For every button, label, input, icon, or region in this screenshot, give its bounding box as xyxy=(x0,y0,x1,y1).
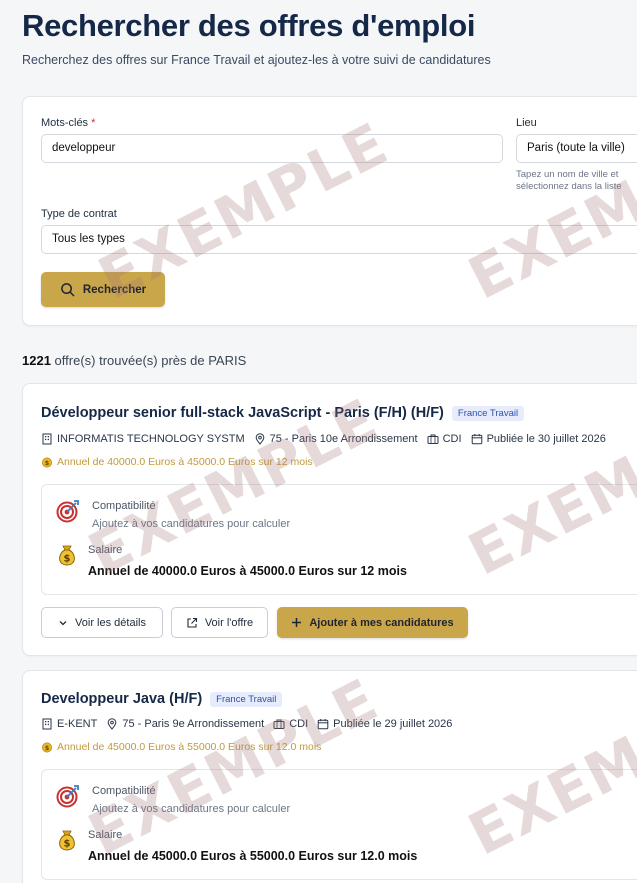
money-bag-icon: $ xyxy=(59,545,75,566)
briefcase-icon xyxy=(427,434,439,444)
svg-text:$: $ xyxy=(45,744,50,752)
job-title[interactable]: Developpeur Java (H/F) xyxy=(41,691,202,707)
compatibility-hint: Ajoutez à vos candidatures pour calculer xyxy=(92,803,291,815)
contract-type: CDI xyxy=(442,433,462,445)
view-offer-label: Voir l'offre xyxy=(204,616,254,629)
published-date: Publiée le 29 juillet 2026 xyxy=(333,718,453,730)
coin-icon: $ xyxy=(42,457,52,468)
source-badge: France Travail xyxy=(210,691,283,707)
location-pin-icon xyxy=(108,718,117,730)
search-icon xyxy=(60,283,75,297)
add-button-label: Ajouter à mes candidatures xyxy=(309,616,454,629)
target-icon xyxy=(56,500,79,523)
job-location: 75 - Paris 10e Arrondissement xyxy=(269,433,418,445)
required-mark: * xyxy=(91,117,96,129)
coin-icon: $ xyxy=(42,742,52,753)
job-title-row: Développeur senior full-stack JavaScript… xyxy=(41,405,525,421)
calendar-icon xyxy=(471,434,482,445)
compatibility-label: Compatibilité xyxy=(92,500,156,512)
results-count: 1221 offre(s) trouvée(s) près de PARIS xyxy=(22,353,246,368)
view-offer-button[interactable]: Voir l'offre xyxy=(171,607,268,638)
svg-text:$: $ xyxy=(64,554,71,565)
job-card: Developpeur Java (H/F) France Travail E-… xyxy=(22,670,637,883)
keywords-label: Mots-clés * xyxy=(41,117,95,129)
svg-text:$: $ xyxy=(64,839,71,850)
compatibility-label: Compatibilité xyxy=(92,785,156,797)
job-meta: E-KENT 75 - Paris 9e Arrondissement CDI … xyxy=(41,718,452,730)
chevron-down-icon xyxy=(59,620,67,625)
salary-summary-text: Annuel de 40000.0 Euros à 45000.0 Euros … xyxy=(57,456,313,468)
job-search-page: Rechercher des offres d'emploi Recherche… xyxy=(0,0,637,883)
location-input[interactable]: Paris (toute la ville) xyxy=(516,134,637,163)
results-number: 1221 xyxy=(22,353,51,368)
svg-text:$: $ xyxy=(45,459,50,467)
job-title[interactable]: Développeur senior full-stack JavaScript… xyxy=(41,405,444,421)
money-bag-icon: $ xyxy=(59,830,75,851)
contract-select[interactable]: Tous les types xyxy=(41,225,637,254)
published-date: Publiée le 30 juillet 2026 xyxy=(486,433,606,445)
job-location: 75 - Paris 9e Arrondissement xyxy=(122,718,265,730)
salary-value: Annuel de 45000.0 Euros à 55000.0 Euros … xyxy=(88,849,418,863)
salary-summary: $ Annuel de 45000.0 Euros à 55000.0 Euro… xyxy=(41,741,321,753)
target-icon xyxy=(56,785,79,808)
salary-summary-text: Annuel de 45000.0 Euros à 55000.0 Euros … xyxy=(57,741,322,753)
contract-type: CDI xyxy=(289,718,309,730)
job-title-row: Developpeur Java (H/F) France Travail xyxy=(41,691,283,707)
search-form-card: Mots-clés * developpeur Lieu Paris (tout… xyxy=(22,96,637,326)
calendar-icon xyxy=(317,719,329,730)
plus-icon xyxy=(292,618,302,627)
briefcase-icon xyxy=(273,719,285,729)
view-details-button[interactable]: Voir les détails xyxy=(41,607,163,638)
contract-label: Type de contrat xyxy=(41,208,117,220)
page-title: Rechercher des offres d'emploi xyxy=(22,8,476,43)
building-icon xyxy=(42,433,52,445)
results-text: offre(s) trouvée(s) près de PARIS xyxy=(54,353,247,368)
location-pin-icon xyxy=(255,433,264,445)
job-insights-panel: Compatibilité Ajoutez à vos candidatures… xyxy=(41,484,637,595)
keywords-input[interactable]: developpeur xyxy=(41,134,503,163)
location-hint: Tapez un nom de ville et sélectionnez da… xyxy=(516,169,622,192)
salary-summary: $ Annuel de 40000.0 Euros à 45000.0 Euro… xyxy=(41,456,313,468)
source-badge: France Travail xyxy=(451,405,525,421)
search-button-label: Rechercher xyxy=(82,283,147,296)
external-link-icon xyxy=(187,617,197,628)
job-card: Développeur senior full-stack JavaScript… xyxy=(22,383,637,656)
compatibility-hint: Ajoutez à vos candidatures pour calculer xyxy=(92,518,291,530)
salary-label: Salaire xyxy=(88,829,123,841)
page-subtitle: Recherchez des offres sur France Travail… xyxy=(22,53,491,67)
location-label: Lieu xyxy=(516,117,537,129)
job-insights-panel: Compatibilité Ajoutez à vos candidatures… xyxy=(41,769,637,880)
search-button[interactable]: Rechercher xyxy=(41,272,165,307)
company-name: E-KENT xyxy=(57,718,98,730)
keywords-label-text: Mots-clés xyxy=(41,117,89,129)
salary-label: Salaire xyxy=(88,544,123,556)
building-icon xyxy=(42,718,52,730)
job-meta: INFORMATIS TECHNOLOGY SYSTM 75 - Paris 1… xyxy=(41,433,606,445)
salary-value: Annuel de 40000.0 Euros à 45000.0 Euros … xyxy=(88,564,407,578)
view-details-label: Voir les détails xyxy=(75,616,146,629)
add-to-applications-button[interactable]: Ajouter à mes candidatures xyxy=(277,607,468,638)
company-name: INFORMATIS TECHNOLOGY SYSTM xyxy=(57,433,245,445)
